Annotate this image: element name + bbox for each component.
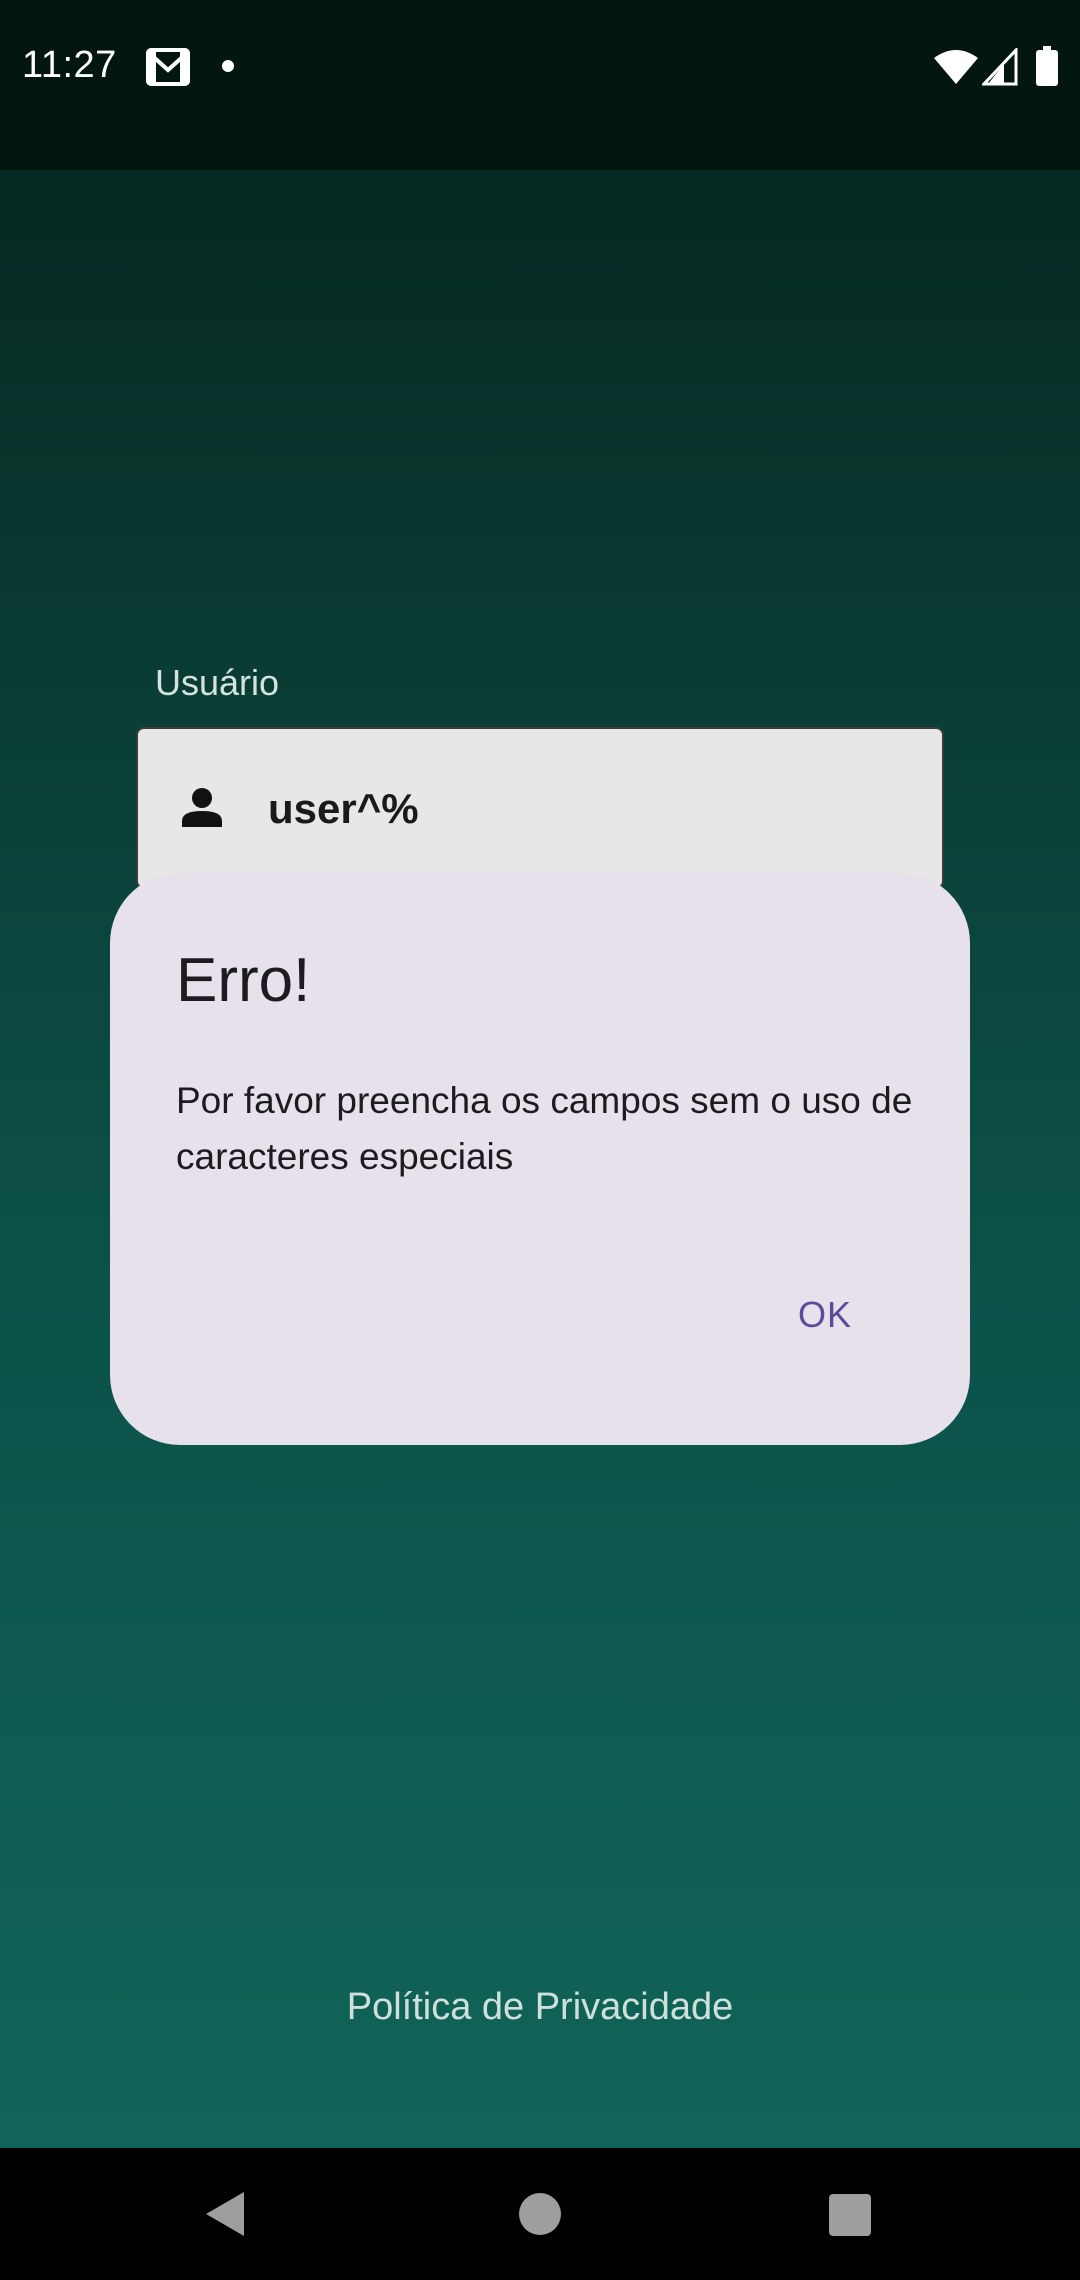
battery-icon [1036,46,1058,86]
recents-icon[interactable] [829,2194,871,2236]
error-dialog: Erro! Por favor preencha os campos sem o… [110,873,970,1445]
home-icon[interactable] [519,2193,561,2235]
user-field-label: Usuário [155,662,280,703]
notification-dot-icon [222,60,234,72]
status-bar: 11:27 [0,0,1080,170]
back-icon[interactable] [204,2190,248,2238]
ok-button[interactable]: OK [760,1273,890,1357]
privacy-policy-link[interactable]: Política de Privacidade [0,1986,1080,2029]
signal-icon [982,48,1018,86]
navigation-bar [0,2148,1080,2280]
wifi-icon [934,50,978,84]
gmail-icon [146,48,190,86]
user-input-value: user^% [268,785,419,832]
app-screen: 11:27 Usuário user^% Erro! Por favor pre… [0,0,1080,2148]
user-input-field[interactable]: user^% [136,727,944,889]
person-icon [182,788,222,827]
dialog-title: Erro! [176,946,311,1015]
dialog-message: Por favor preencha os campos sem o uso d… [176,1080,913,1177]
status-time: 11:27 [22,44,117,86]
